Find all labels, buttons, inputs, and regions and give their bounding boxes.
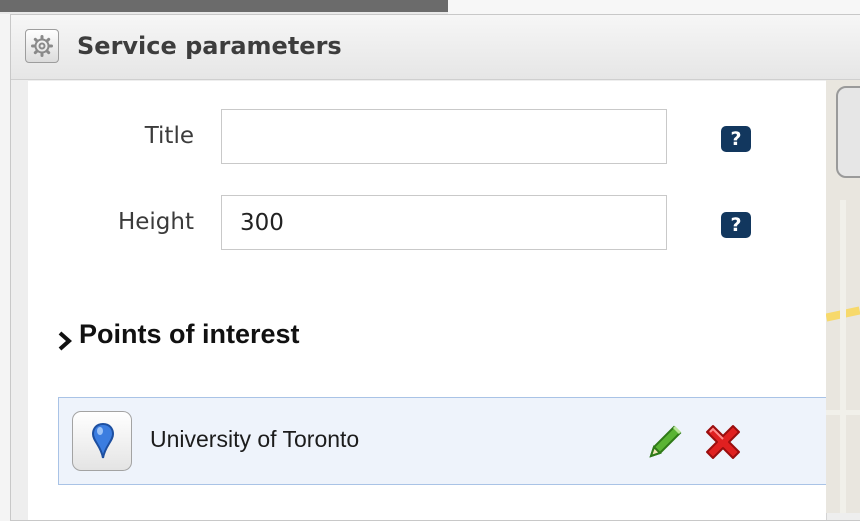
background-strip [0,0,860,14]
height-label: Height [117,209,194,235]
edit-pencil-icon[interactable] [643,420,687,464]
title-label: Title [144,123,194,149]
title-input[interactable] [221,109,667,164]
map-street [826,410,860,415]
map-control-button[interactable] [836,86,860,178]
gear-icon [25,29,59,63]
height-help-icon[interactable]: ? [721,212,751,238]
parameters-panel: Title ? Height ? Points of interest Univ… [28,81,828,520]
map-pin-icon [91,422,115,459]
delete-x-icon[interactable] [701,420,745,464]
height-input[interactable] [221,195,667,250]
dialog-title: Service parameters [77,32,342,60]
poi-label: University of Toronto [150,426,360,452]
dialog-titlebar: Service parameters [11,15,860,80]
background-light-bar [448,0,860,14]
title-help-icon[interactable]: ? [721,126,751,152]
service-parameters-dialog: Service parameters Title ? Height ? Poin… [10,14,860,521]
map-street [840,200,846,513]
points-of-interest-heading[interactable]: Points of interest [79,319,300,350]
map-preview[interactable] [826,80,860,513]
background-dark-bar [0,0,448,12]
list-item[interactable]: University of Toronto [58,397,828,485]
chevron-right-icon[interactable] [58,331,72,351]
map-pin-button[interactable] [72,411,132,471]
